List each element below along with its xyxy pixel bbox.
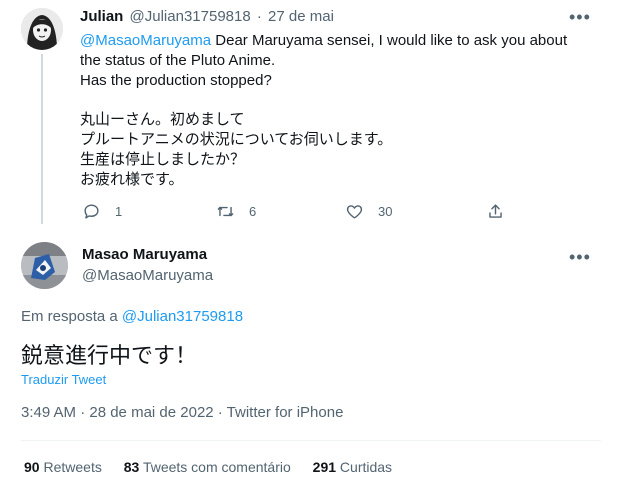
parent-mention[interactable]: @MasaoMaruyama	[80, 32, 211, 49]
translate-tweet-link[interactable]: Traduzir Tweet	[21, 372, 106, 388]
parent-date[interactable]: 27 de mai	[268, 8, 334, 25]
main-display-name[interactable]: Masao Maruyama	[82, 245, 207, 265]
likes-stat[interactable]: 291 Curtidas	[313, 459, 392, 475]
reply-count: 1	[115, 204, 123, 219]
stats-divider-top	[21, 440, 601, 441]
parent-text-line1: @MasaoMaruyama Dear Maruyama sensei, I w…	[80, 31, 567, 51]
reply-action[interactable]: 1	[82, 202, 122, 221]
retweet-action[interactable]: 6	[216, 202, 256, 221]
julian-avatar[interactable]	[21, 8, 63, 50]
main-more-icon[interactable]: •••	[569, 248, 591, 266]
replying-to-line: Em resposta a @Julian31759818	[21, 307, 243, 327]
retweet-icon	[217, 206, 234, 217]
parent-header: Julian @Julian31759818 · 27 de mai	[80, 7, 334, 27]
thread-line	[41, 54, 43, 224]
retweet-count: 6	[249, 204, 257, 219]
parent-text-line2: the status of the Pluto Anime.	[80, 52, 276, 69]
masao-avatar[interactable]	[21, 242, 68, 289]
parent-text-part: Dear Maruyama sensei, I would like to as…	[211, 32, 568, 49]
tweet-timestamp[interactable]: 3:49 AM · 28 de mai de 2022 · Twitter fo…	[21, 403, 343, 423]
share-icon	[489, 204, 502, 218]
like-icon	[346, 205, 363, 219]
parent-display-name[interactable]: Julian	[80, 8, 123, 25]
like-action[interactable]: 30	[345, 202, 392, 221]
like-count: 30	[378, 204, 393, 219]
replying-prefix: Em resposta a	[21, 308, 118, 325]
parent-jp-line2: プルートアニメの状況についてお伺いします。	[80, 131, 393, 148]
parent-jp-line4: お疲れ様です。	[80, 171, 184, 188]
quotes-label: Tweets com comentário	[142, 459, 291, 475]
retweets-stat[interactable]: 90 Retweets	[24, 459, 106, 475]
replying-to-mention[interactable]: @Julian31759818	[122, 308, 243, 325]
parent-separator: ·	[256, 8, 262, 25]
parent-handle[interactable]: @Julian31759818	[130, 8, 251, 25]
likes-count: 291	[312, 459, 337, 475]
share-action[interactable]	[486, 202, 505, 221]
reply-icon	[84, 204, 99, 219]
quotes-count: 83	[123, 459, 140, 475]
retweets-label: Retweets	[43, 459, 102, 475]
parent-text-line3: Has the production stopped?	[80, 72, 272, 89]
quotes-stat[interactable]: 83 Tweets com comentário	[124, 459, 295, 475]
retweets-count: 90	[24, 459, 40, 475]
parent-jp-line3: 生産は停止しましたか？	[80, 151, 246, 168]
parent-jp-line1: 丸山ーさん。初めまして	[80, 111, 245, 128]
main-handle[interactable]: @MasaoMaruyama	[82, 266, 213, 286]
likes-label: Curtidas	[339, 459, 393, 475]
stats-bar: 90 Retweets 83 Tweets com comentário 291…	[24, 457, 392, 477]
main-tweet-text: 鋭意進行中です！	[21, 343, 198, 368]
parent-more-icon[interactable]: •••	[569, 8, 591, 26]
